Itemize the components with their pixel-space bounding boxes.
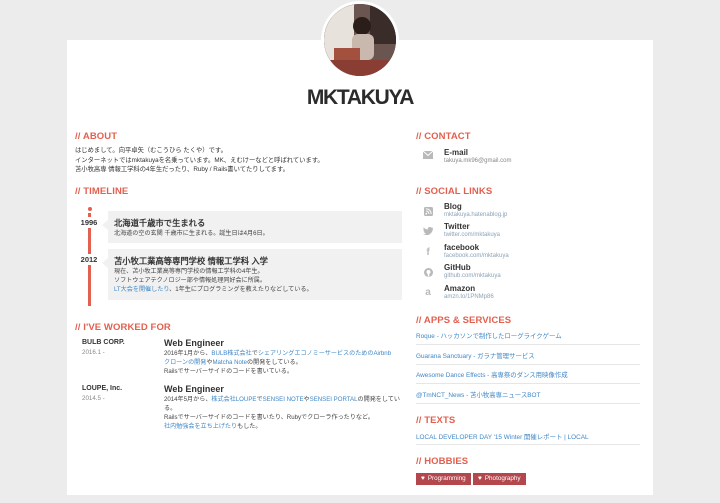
text-link-local-report[interactable]: LOCAL DEVELOPER DAY '15 Winter 開催レポート | …: [416, 432, 589, 441]
about-line: はじめまして。向平卓矢（むこうひら たくや）です。: [75, 147, 227, 154]
mail-icon: [422, 150, 434, 161]
work-title: // I'VE WORKED FOR: [75, 322, 171, 333]
github-icon: [423, 268, 433, 278]
app-link-dance-effects[interactable]: Awesome Dance Effects - 高専祭のダンス用映像作成: [416, 370, 568, 379]
email-label: E-mail: [444, 148, 469, 157]
hobby-tag-programming[interactable]: ♥ Programming: [416, 473, 471, 485]
social-title: // SOCIAL LINKS: [416, 186, 493, 197]
timeline-title: // TIMELINE: [75, 186, 129, 197]
sensei-portal-link[interactable]: SENSEI PORTAL: [310, 396, 358, 403]
social-facebook-name: facebook: [444, 243, 480, 252]
work-description: 2014年5月から、株式会社LOUPEでSENSEI NOTEやSENSEI P…: [164, 396, 400, 403]
apps-title: // APPS & SERVICES: [416, 315, 512, 326]
social-github-link[interactable]: github.com/mktakuya: [444, 273, 501, 279]
airbnb-clone-link[interactable]: クローンの開発: [164, 359, 206, 366]
timeline-start-dot: [87, 207, 92, 211]
social-facebook-link[interactable]: facebook.com/mktakuya: [444, 253, 509, 259]
app-link-roque[interactable]: Roque - ハッカソンで制作したローグライクゲーム: [416, 331, 562, 340]
timeline-entry: 苫小牧工業高等専門学校 情報工学科 入学 現在、苫小牧工業高等専門学校の情報工学…: [102, 249, 402, 300]
work-company: BULB CORP.: [82, 339, 125, 346]
work-period: 2014.5 -: [82, 395, 105, 402]
work-position: Web Engineer: [164, 338, 224, 348]
work-company: LOUPE, Inc.: [82, 385, 123, 392]
hobby-tag-photography[interactable]: ♥ Photography: [473, 473, 526, 485]
study-group-link[interactable]: 社内勉強会を立ち上げたり: [164, 423, 237, 430]
timeline-year: 2012: [78, 254, 100, 265]
lt-event-link[interactable]: LT大会を開催したり: [114, 286, 169, 293]
social-github-name: GitHub: [444, 263, 471, 272]
timeline-year: 1996: [78, 217, 100, 228]
work-position: Web Engineer: [164, 384, 224, 394]
timeline-text: 北海道の空の玄関 千歳市に生まれる。誕生日は4月6日。: [114, 230, 269, 237]
about-line: 苫小牧高専 情報工学科の4年生だったり、Ruby / Rails書いてたりしてま…: [75, 166, 289, 173]
work-description: 社内勉強会を立ち上げたりもした。: [164, 423, 262, 430]
heart-icon: ♥: [478, 475, 482, 482]
amazon-icon: a: [425, 287, 431, 298]
about-title: // ABOUT: [75, 131, 118, 142]
email-address[interactable]: takuya.mk96@gmail.com: [444, 158, 511, 164]
social-twitter-link[interactable]: twitter.com/mktakuya: [444, 232, 500, 238]
sensei-note-link[interactable]: SENSEI NOTE: [263, 396, 304, 403]
timeline-heading: 苫小牧工業高等専門学校 情報工学科 入学: [114, 256, 268, 266]
hobbies-title: // HOBBIES: [416, 456, 469, 467]
bulb-link[interactable]: BULB株式会社: [211, 350, 251, 357]
timeline-text: LT大会を開催したり、1年生にプログラミングを教えたりなどしている。: [114, 286, 313, 293]
avatar-photo: [324, 4, 396, 76]
loupe-link[interactable]: 株式会社LOUPE: [211, 396, 256, 403]
facebook-icon: f: [426, 247, 430, 258]
divider: [416, 383, 640, 384]
rss-icon: [423, 207, 433, 217]
work-description: Railsでサーバーサイドのコードを書いている。: [164, 368, 293, 375]
divider: [416, 344, 640, 345]
airbnb-clone-link[interactable]: シェアリングエコノミーサービスのためのAirbnb: [258, 350, 391, 357]
texts-title: // TEXTS: [416, 415, 456, 426]
social-blog-link[interactable]: mktakuya.hatenablog.jp: [444, 212, 507, 218]
social-twitter-name: Twitter: [444, 222, 470, 231]
contact-title: // CONTACT: [416, 131, 471, 142]
divider: [416, 403, 640, 404]
avatar: [321, 1, 399, 79]
profile-name: MKTAKUYA: [306, 86, 415, 109]
social-blog-name: Blog: [444, 202, 462, 211]
app-link-guarana[interactable]: Guarana Sanctuary - ガラナ管理サービス: [416, 351, 535, 360]
matcha-note-link[interactable]: Matcha Note: [212, 359, 247, 366]
timeline-heading: 北海道千歳市で生まれる: [114, 218, 206, 228]
divider: [416, 444, 640, 445]
twitter-icon: [423, 227, 433, 237]
app-link-tmnct-news[interactable]: @TmNCT_News - 苫小牧高専ニュースBOT: [416, 390, 540, 399]
work-period: 2016.1 -: [82, 349, 105, 356]
heart-icon: ♥: [421, 475, 425, 482]
social-amazon-link[interactable]: amzn.to/1PNMp86: [444, 294, 494, 300]
timeline-entry: 北海道千歳市で生まれる 北海道の空の玄関 千歳市に生まれる。誕生日は4月6日。: [102, 211, 402, 243]
social-amazon-name: Amazon: [444, 284, 476, 293]
divider: [416, 364, 640, 365]
